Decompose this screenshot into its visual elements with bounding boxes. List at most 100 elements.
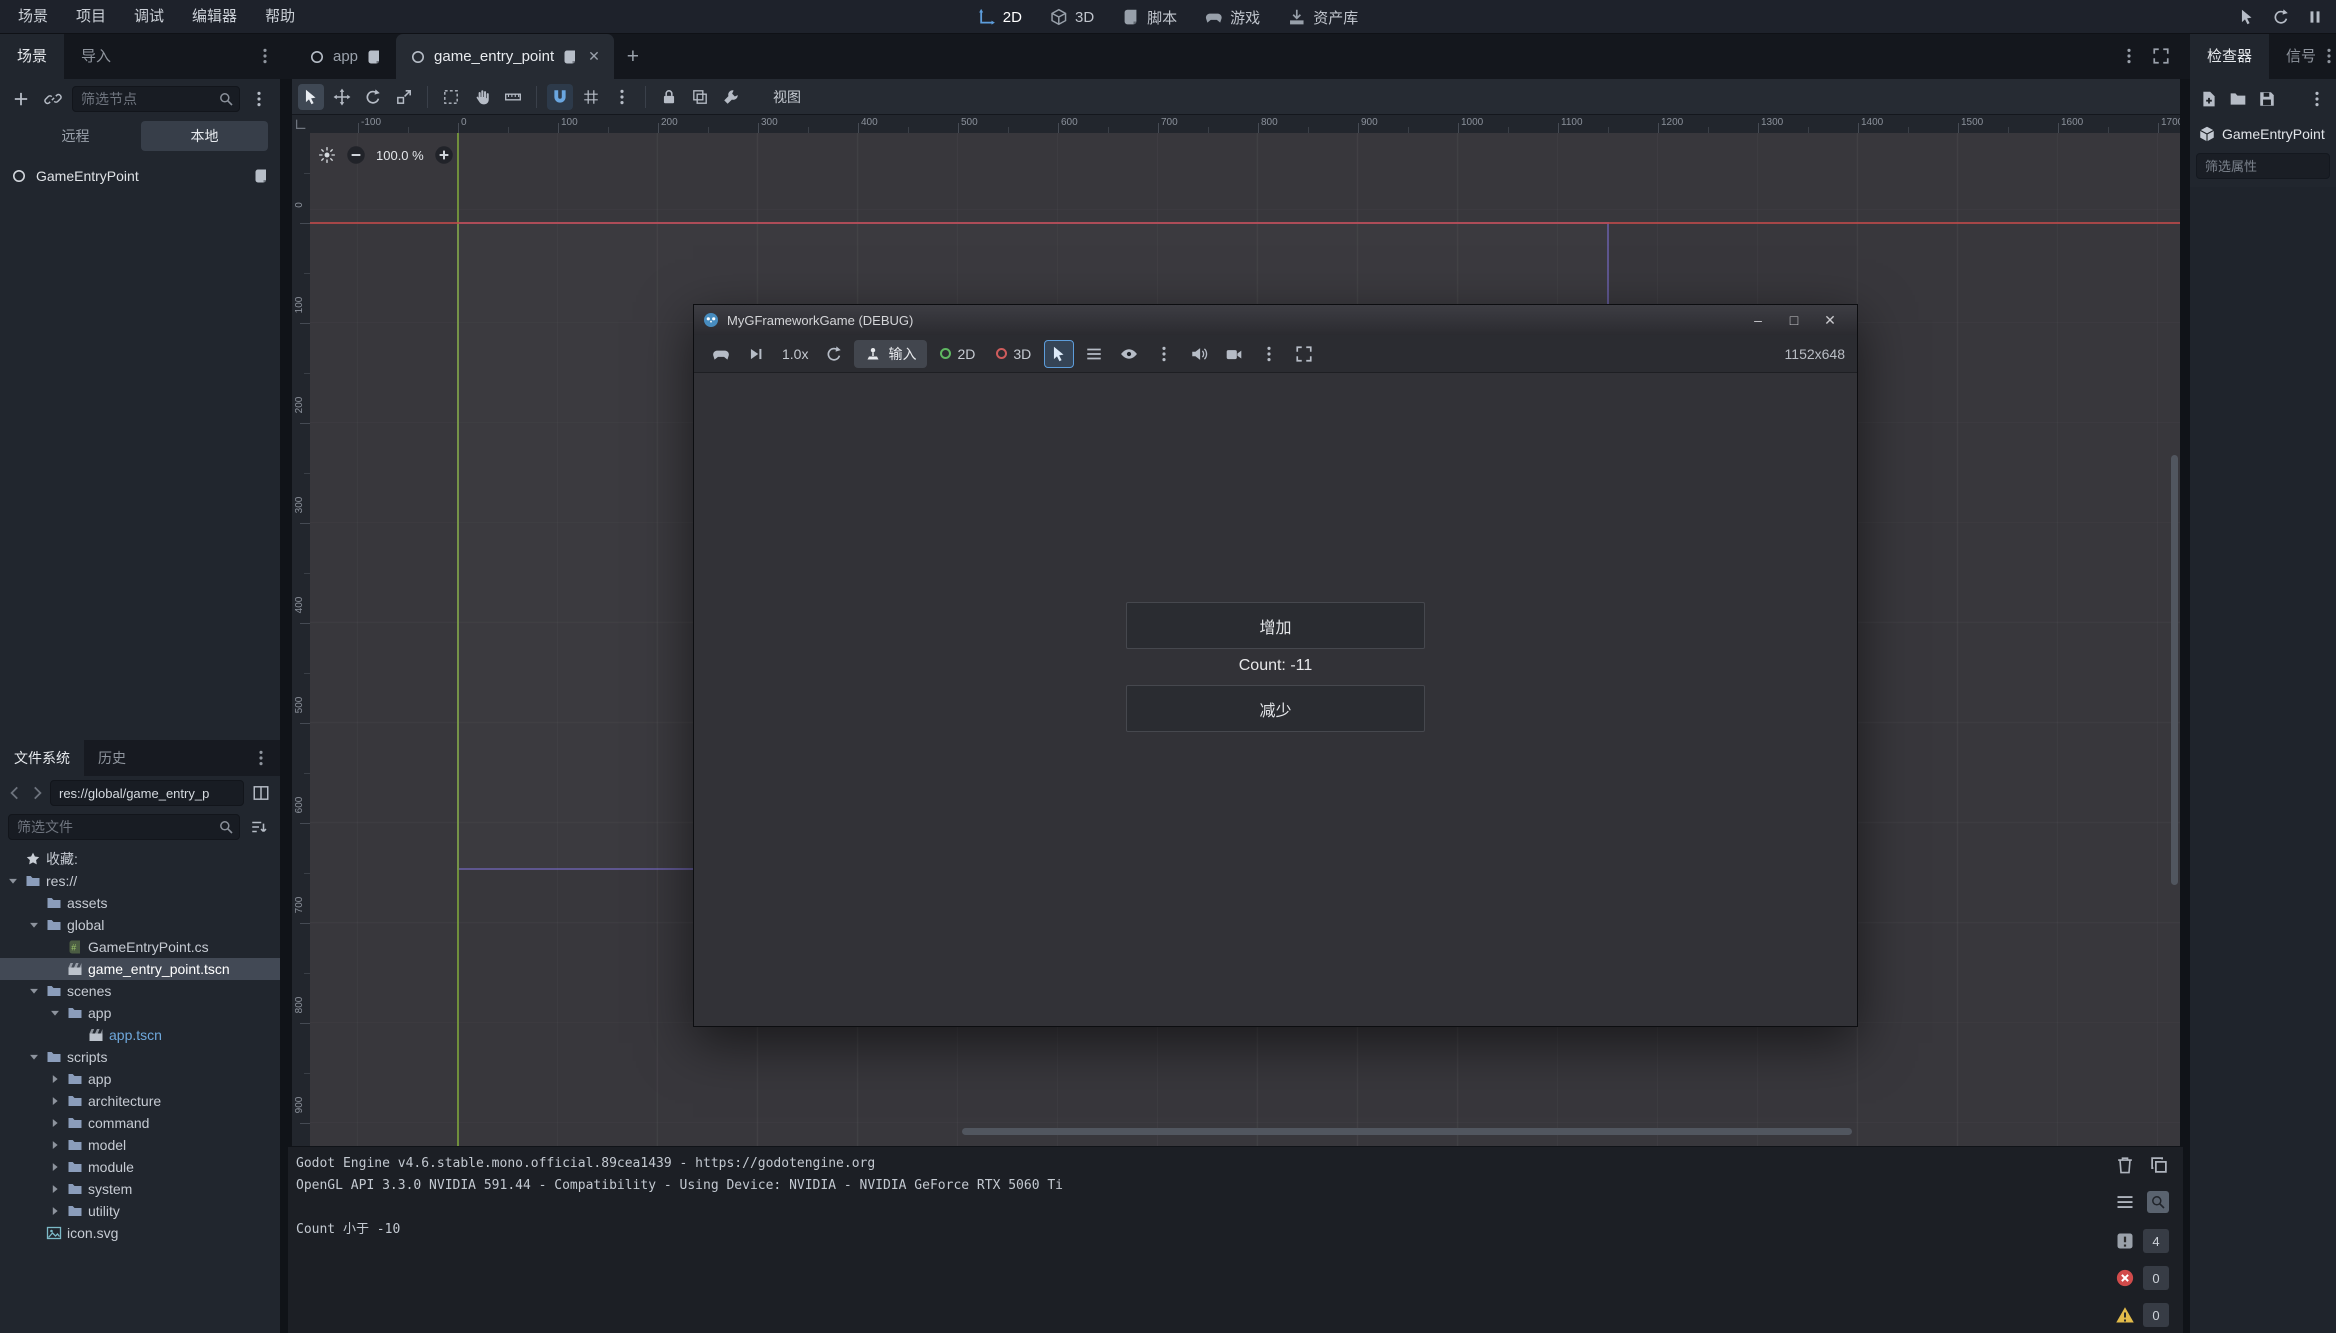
scale-tool-button[interactable]	[391, 84, 417, 110]
output-badge-message-square[interactable]: 4	[2115, 1229, 2169, 1253]
menu-project[interactable]: 项目	[62, 0, 120, 33]
ruler-tool-button[interactable]	[500, 84, 526, 110]
debug-3d-toggle[interactable]: 3D	[988, 340, 1039, 368]
group-object-button[interactable]	[687, 84, 713, 110]
fs-item-game_entry_point.tscn[interactable]: game_entry_point.tscn	[0, 958, 280, 980]
tab-history[interactable]: 历史	[84, 740, 140, 776]
tab-scene-dock[interactable]: 场景	[0, 34, 64, 79]
close-tab-icon[interactable]: ✕	[588, 48, 600, 65]
list-select-tool-button[interactable]	[438, 84, 464, 110]
filesystem-menu-icon[interactable]	[252, 749, 270, 767]
scene-tab-app[interactable]: app	[295, 34, 396, 79]
fs-item-res://[interactable]: res://	[0, 870, 280, 892]
maximize-button[interactable]: □	[1776, 305, 1812, 335]
arrow-right-icon[interactable]	[48, 1072, 62, 1086]
arrow-down-icon[interactable]	[27, 984, 41, 998]
workspace-game[interactable]: 游戏	[1192, 0, 1273, 34]
fs-item-architecture[interactable]: architecture	[0, 1090, 280, 1112]
selection-options-button[interactable]	[1149, 340, 1179, 368]
workspace-2d[interactable]: 2D	[965, 0, 1035, 34]
decrease-button[interactable]: 减少	[1126, 685, 1425, 732]
cursor-button[interactable]	[2234, 4, 2260, 30]
debug-camera-button[interactable]	[1219, 340, 1249, 368]
reload-button[interactable]	[2268, 4, 2294, 30]
arrow-right-icon[interactable]	[48, 1138, 62, 1152]
inspector-extra-menu-icon[interactable]	[2308, 90, 2326, 108]
menu-help[interactable]: 帮助	[251, 0, 309, 33]
inspector-dock-menu-icon[interactable]	[2320, 47, 2336, 65]
tab-filesystem[interactable]: 文件系统	[0, 740, 84, 776]
tab-list-menu-icon[interactable]	[2120, 47, 2138, 65]
sort-files-button[interactable]	[246, 814, 272, 840]
viewport-horizontal-scrollbar[interactable]	[962, 1128, 1852, 1135]
lock-object-button[interactable]	[656, 84, 682, 110]
output-log[interactable]: Godot Engine v4.6.stable.mono.official.8…	[296, 1153, 2093, 1241]
zoom-level[interactable]: 100.0 %	[376, 148, 424, 163]
arrow-down-icon[interactable]	[48, 1006, 62, 1020]
fs-item-command[interactable]: command	[0, 1112, 280, 1134]
workspace-assetlib[interactable]: 资产库	[1275, 0, 1371, 34]
input-mode-toggle[interactable]: 输入	[854, 340, 927, 368]
fs-item-global[interactable]: global	[0, 914, 280, 936]
embed-options-button[interactable]	[1289, 340, 1319, 368]
center-view-icon[interactable]	[318, 146, 336, 164]
minimize-button[interactable]: –	[1740, 305, 1776, 335]
increase-button[interactable]: 增加	[1126, 602, 1425, 649]
inspected-node-row[interactable]: GameEntryPoint	[2198, 121, 2332, 147]
reset-speed-button[interactable]	[819, 340, 849, 368]
tab-import-dock[interactable]: 导入	[64, 34, 128, 79]
fs-item-utility[interactable]: utility	[0, 1200, 280, 1222]
fs-item-model[interactable]: model	[0, 1134, 280, 1156]
scene-tree-root-node[interactable]: GameEntryPoint	[0, 161, 280, 191]
fs-item-scenes[interactable]: scenes	[0, 980, 280, 1002]
load-resource-icon[interactable]	[2229, 90, 2247, 108]
fs-item-module[interactable]: module	[0, 1156, 280, 1178]
fs-item-assets[interactable]: assets	[0, 892, 280, 914]
arrow-down-icon[interactable]	[27, 918, 41, 932]
fs-item-icon.svg[interactable]: icon.svg	[0, 1222, 280, 1244]
move-tool-button[interactable]	[329, 84, 355, 110]
workspace-script[interactable]: 脚本	[1109, 0, 1190, 34]
visibility-button[interactable]	[1114, 340, 1144, 368]
arrow-right-icon[interactable]	[48, 1182, 62, 1196]
menu-editor[interactable]: 编辑器	[178, 0, 251, 33]
arrow-right-icon[interactable]	[48, 1094, 62, 1108]
pan-tool-button[interactable]	[469, 84, 495, 110]
arrow-right-icon[interactable]	[48, 1116, 62, 1130]
arrow-down-icon[interactable]	[6, 874, 20, 888]
game-speed-dropdown[interactable]: 1.0x	[776, 346, 814, 362]
toggle-split-mode-button[interactable]	[248, 780, 274, 806]
snap-options-button[interactable]	[609, 84, 635, 110]
camera-options-button[interactable]	[1254, 340, 1284, 368]
expand-viewport-icon[interactable]	[2152, 47, 2170, 65]
close-button[interactable]: ✕	[1812, 305, 1848, 335]
debug-2d-toggle[interactable]: 2D	[932, 340, 983, 368]
arrow-right-icon[interactable]	[48, 1204, 62, 1218]
favorites-row[interactable]: 收藏:	[0, 848, 280, 870]
smart-snap-button[interactable]	[547, 84, 573, 110]
select-tool-button[interactable]	[298, 84, 324, 110]
viewport-vertical-scrollbar[interactable]	[2171, 455, 2178, 885]
copy-output-icon[interactable]	[2149, 1155, 2169, 1175]
scene-panel-menu-button[interactable]	[246, 86, 272, 112]
output-badge-error-circle[interactable]: 0	[2115, 1266, 2169, 1290]
fs-item-system[interactable]: system	[0, 1178, 280, 1200]
workspace-3d[interactable]: 3D	[1037, 0, 1107, 34]
output-badge-warning-triangle[interactable]: 0	[2115, 1303, 2169, 1327]
pause-button[interactable]	[2302, 4, 2328, 30]
add-node-button[interactable]	[8, 86, 34, 112]
skeleton-options-button[interactable]	[718, 84, 744, 110]
tab-inspector[interactable]: 检查器	[2190, 34, 2269, 79]
attached-script-icon[interactable]	[253, 168, 269, 184]
scene-dock-menu-icon[interactable]	[256, 47, 274, 65]
next-frame-button[interactable]	[741, 340, 771, 368]
fs-item-app.tscn[interactable]: app.tscn	[0, 1024, 280, 1046]
select-list-button[interactable]	[1079, 340, 1109, 368]
instance-scene-button[interactable]	[40, 86, 66, 112]
arrow-down-icon[interactable]	[27, 1050, 41, 1064]
rotate-tool-button[interactable]	[360, 84, 386, 110]
save-resource-icon[interactable]	[2258, 90, 2276, 108]
forward-icon[interactable]	[28, 784, 46, 802]
grid-snap-button[interactable]	[578, 84, 604, 110]
back-icon[interactable]	[6, 784, 24, 802]
